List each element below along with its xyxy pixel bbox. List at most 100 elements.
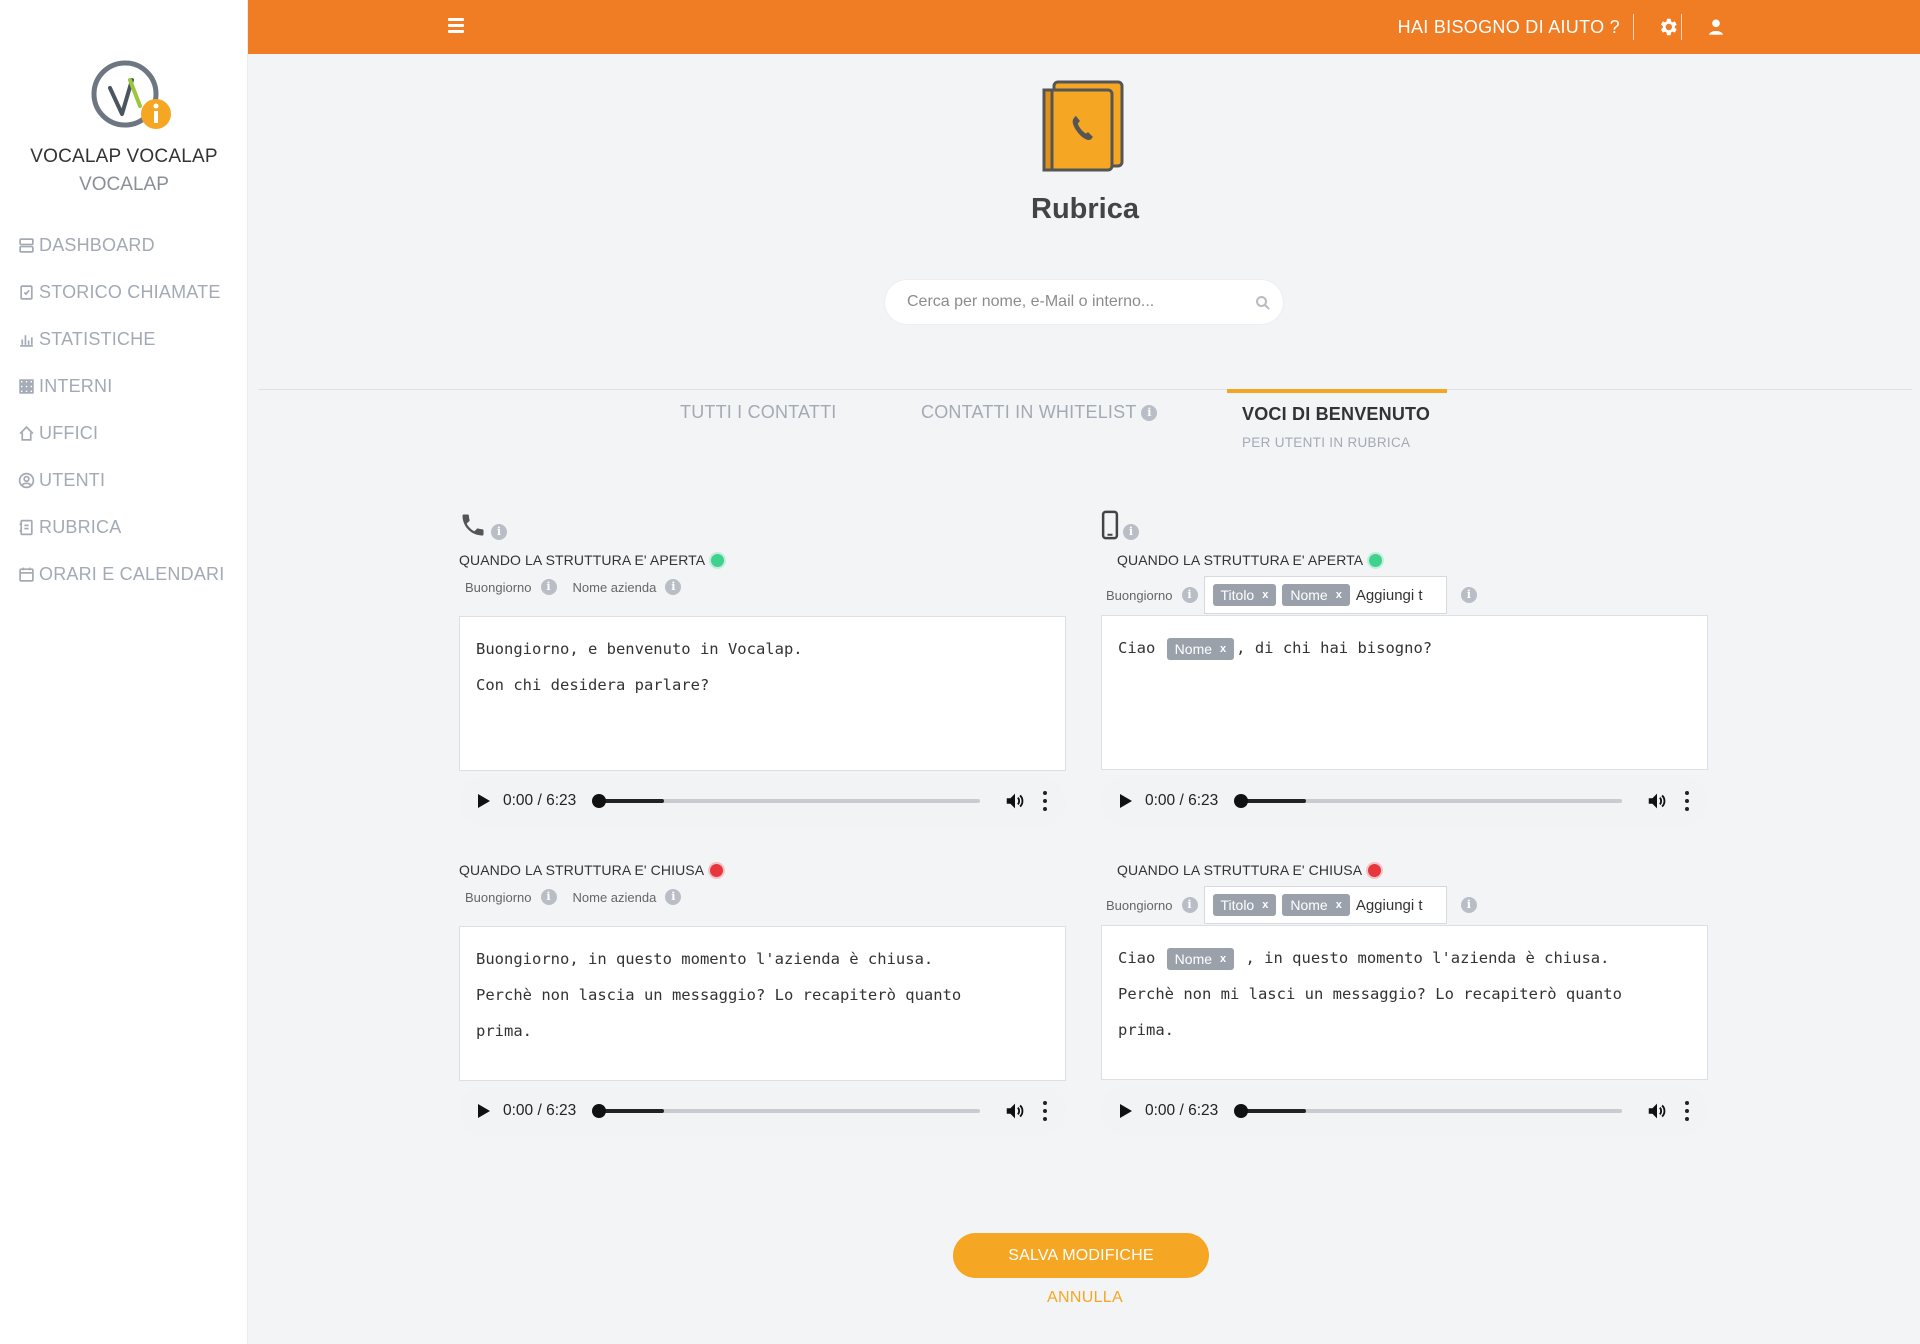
play-icon[interactable] <box>1119 1103 1133 1119</box>
remove-tag-icon[interactable]: x <box>1336 589 1342 601</box>
audio-seek-slider[interactable] <box>1234 794 1622 808</box>
audio-seek-slider[interactable] <box>592 794 980 808</box>
info-icon[interactable]: i <box>1460 897 1477 913</box>
hamburger-menu-icon[interactable] <box>448 18 464 34</box>
more-options-icon[interactable] <box>1042 791 1048 811</box>
account-name: VOCALAP VOCALAP <box>30 146 218 167</box>
variable-buongiorno[interactable]: Buongiorno <box>465 890 532 905</box>
more-options-icon[interactable] <box>1042 1101 1048 1121</box>
grid-icon <box>19 379 34 394</box>
topbar-divider <box>1633 14 1634 40</box>
help-link[interactable]: HAI BISOGNO DI AIUTO ? <box>1398 17 1620 38</box>
volume-icon[interactable] <box>1646 1100 1668 1122</box>
sidebar-item-storico-chiamate[interactable]: STORICO CHIAMATE <box>18 269 224 316</box>
tag-nome[interactable]: Nome x <box>1282 584 1350 606</box>
panel-header: i <box>459 508 507 540</box>
play-icon[interactable] <box>477 1103 491 1119</box>
info-icon[interactable]: i <box>540 579 557 595</box>
sidebar-item-dashboard[interactable]: DASHBOARD <box>18 222 224 269</box>
closed-message-textarea[interactable]: Buongiorno, in questo momento l'azienda … <box>459 926 1066 1081</box>
tag-label: Nome <box>1174 640 1213 657</box>
remove-tag-icon[interactable]: x <box>1336 899 1342 911</box>
tag-input-box: Titolo x Nome x <box>1203 576 1447 614</box>
tab-voci-di-benvenuto[interactable]: VOCI DI BENVENUTO <box>1242 404 1430 425</box>
sidebar-item-label: RUBRICA <box>39 517 122 537</box>
audio-player: 0:00 / 6:23 <box>459 1086 1066 1136</box>
tab-tutti-i-contatti[interactable]: TUTTI I CONTATTI <box>680 402 837 423</box>
remove-tag-icon[interactable]: x <box>1262 589 1268 601</box>
sidebar-item-uffici[interactable]: UFFICI <box>18 410 224 457</box>
variables-row: Buongiorno i Nome azienda i <box>465 889 697 905</box>
info-icon[interactable]: i <box>540 889 557 905</box>
active-tab-indicator <box>1227 389 1447 393</box>
message-line: Con chi desidera parlare? <box>476 676 710 694</box>
tag-titolo[interactable]: Titolo x <box>1212 894 1277 916</box>
remove-tag-icon[interactable]: x <box>1220 631 1226 667</box>
sidebar-item-utenti[interactable]: UTENTI <box>18 457 224 504</box>
inline-tag-nome[interactable]: Nome x <box>1166 637 1235 660</box>
variable-buongiorno[interactable]: Buongiorno <box>465 580 532 595</box>
open-message-textarea[interactable]: Buongiorno, e benvenuto in Vocalap. Con … <box>459 616 1066 771</box>
sidebar-item-rubrica[interactable]: RUBRICA <box>18 504 224 551</box>
add-tag-input[interactable] <box>1355 586 1438 604</box>
search-icon[interactable] <box>1255 295 1271 311</box>
volume-icon[interactable] <box>1646 790 1668 812</box>
message-line: Buongiorno, e benvenuto in Vocalap. <box>476 640 803 658</box>
remove-tag-icon[interactable]: x <box>1262 899 1268 911</box>
more-options-icon[interactable] <box>1684 1101 1690 1121</box>
sidebar-item-interni[interactable]: INTERNI <box>18 363 224 410</box>
info-icon[interactable]: i <box>1141 405 1158 422</box>
dashboard-icon <box>19 238 34 253</box>
open-section-label: QUANDO LA STRUTTURA E' APERTA <box>459 552 725 568</box>
inline-tag-nome[interactable]: Nome x <box>1166 947 1235 970</box>
audio-seek-slider[interactable] <box>592 1104 980 1118</box>
tab-label: CONTATTI IN WHITELIST <box>921 402 1137 422</box>
remove-tag-icon[interactable]: x <box>1220 941 1226 977</box>
variables-row: Buongiorno i Titolox Nomex i <box>1106 576 1493 614</box>
open-message-textarea[interactable]: Ciao Nome x, di chi hai bisogno? <box>1101 615 1708 770</box>
add-tag-input[interactable] <box>1355 896 1438 914</box>
info-icon[interactable]: i <box>665 889 682 905</box>
info-icon[interactable]: i <box>1123 524 1139 540</box>
variable-buongiorno[interactable]: Buongiorno <box>1106 588 1173 603</box>
tag-nome[interactable]: Nome x <box>1282 894 1350 916</box>
cancel-link[interactable]: ANNULLA <box>960 1289 1210 1307</box>
message-line: Ciao Nome x , in questo momento l'azienda… <box>1118 940 1691 976</box>
sidebar-item-label: DASHBOARD <box>39 235 155 255</box>
sidebar-item-label: INTERNI <box>39 376 113 396</box>
variable-buongiorno[interactable]: Buongiorno <box>1106 898 1173 913</box>
variable-nome-azienda[interactable]: Nome azienda <box>573 580 657 595</box>
audio-seek-slider[interactable] <box>1234 1104 1622 1118</box>
section-label-text: QUANDO LA STRUTTURA E' CHIUSA <box>1117 862 1363 878</box>
info-icon[interactable]: i <box>1460 587 1477 603</box>
gear-icon[interactable] <box>1657 16 1679 38</box>
info-icon[interactable]: i <box>491 524 507 540</box>
search-input[interactable] <box>907 280 1237 324</box>
sidebar-item-orari-e-calendari[interactable]: ORARI E CALENDARI <box>18 551 224 598</box>
volume-icon[interactable] <box>1004 790 1026 812</box>
message-line: prima. <box>1118 1021 1174 1039</box>
play-icon[interactable] <box>477 793 491 809</box>
open-section-label: QUANDO LA STRUTTURA E' APERTA <box>1117 552 1383 568</box>
audio-time: 0:00 / 6:23 <box>1145 792 1219 809</box>
tag-titolo[interactable]: Titolo x <box>1212 584 1277 606</box>
sidebar-item-label: UFFICI <box>39 423 99 443</box>
open-status-dot <box>711 553 725 567</box>
user-circle-icon <box>18 472 35 489</box>
user-icon[interactable] <box>1705 16 1727 38</box>
info-icon[interactable]: i <box>1181 587 1198 603</box>
message-text: , di chi hai bisogno? <box>1236 639 1433 657</box>
info-icon[interactable]: i <box>1181 897 1198 913</box>
vocalap-logo <box>91 60 171 129</box>
tab-contatti-in-whitelist[interactable]: CONTATTI IN WHITELIST i <box>921 402 1158 423</box>
play-icon[interactable] <box>1119 793 1133 809</box>
save-button[interactable]: SALVA MODIFICHE <box>953 1233 1209 1278</box>
volume-icon[interactable] <box>1004 1100 1026 1122</box>
sidebar-item-statistiche[interactable]: STATISTICHE <box>18 316 224 363</box>
variable-nome-azienda[interactable]: Nome azienda <box>573 890 657 905</box>
more-options-icon[interactable] <box>1684 791 1690 811</box>
panel-header: i <box>1101 508 1139 540</box>
info-icon[interactable]: i <box>665 579 682 595</box>
closed-message-textarea[interactable]: Ciao Nome x , in questo momento l'azienda… <box>1101 925 1708 1080</box>
audio-player: 0:00 / 6:23 <box>459 776 1066 826</box>
